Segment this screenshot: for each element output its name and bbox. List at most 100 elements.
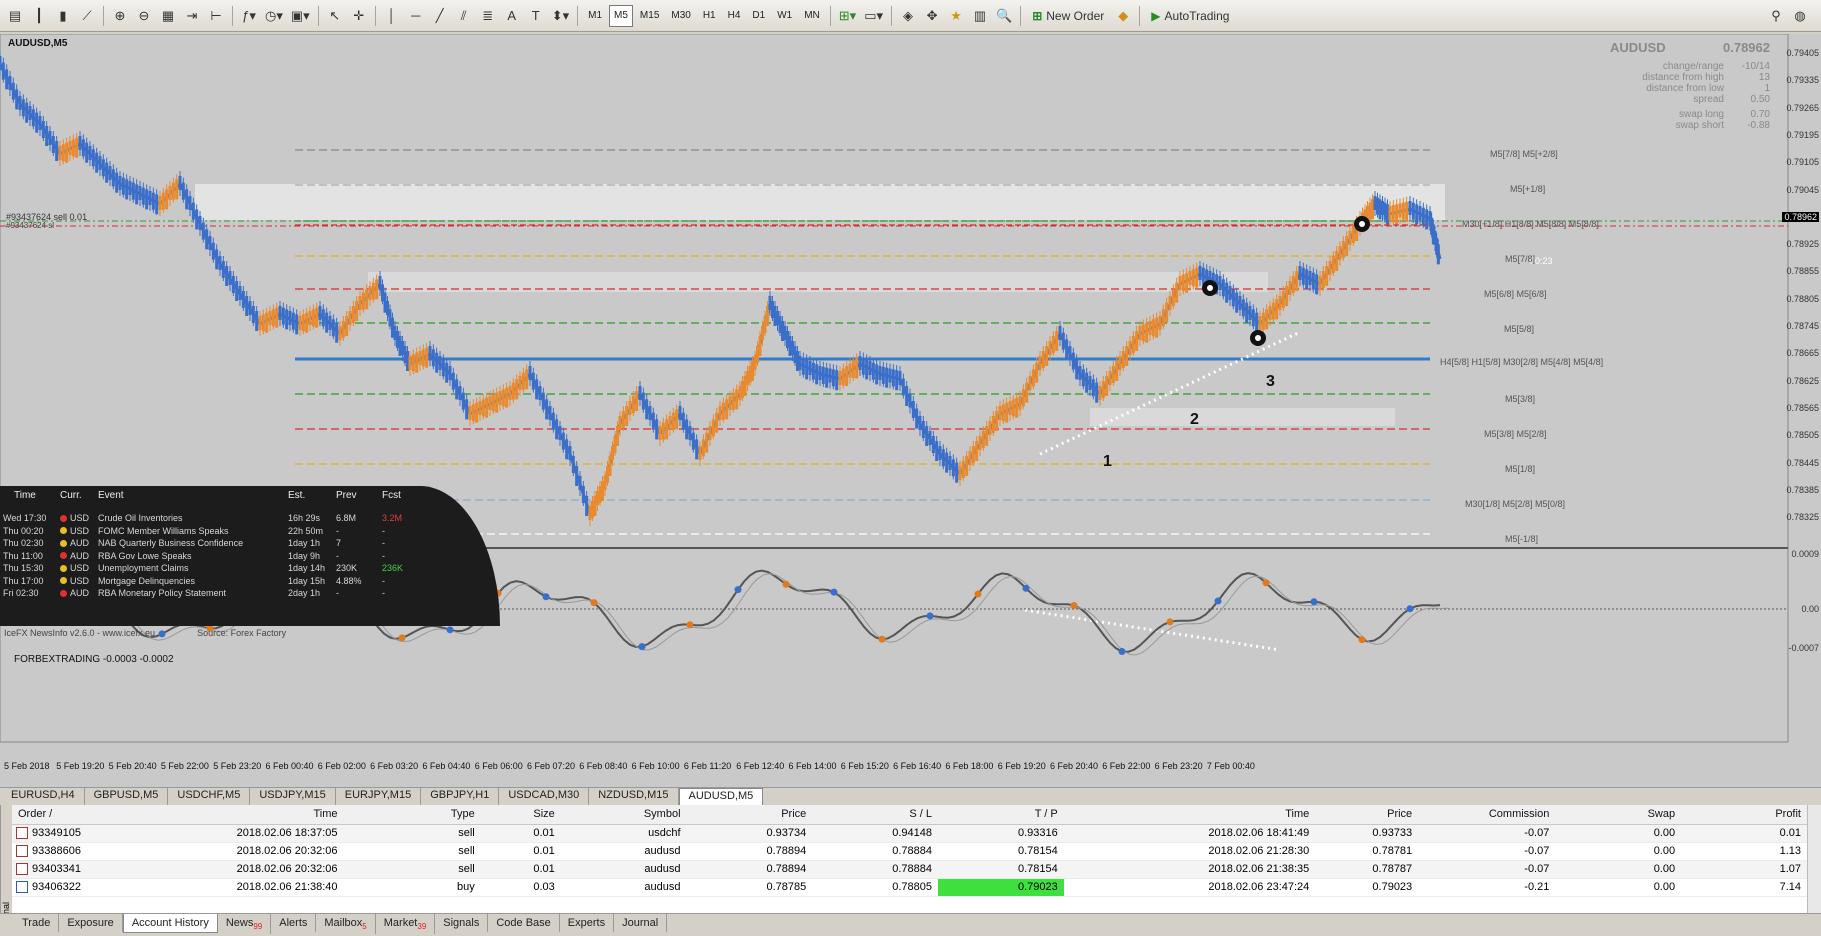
terminal-tab-market[interactable]: Market39 <box>376 914 436 935</box>
cell-commission: -0.07 <box>1418 824 1556 843</box>
info-symbol: AUDUSD <box>1610 40 1666 55</box>
column-header[interactable]: T / P <box>938 805 1064 825</box>
tf-m1[interactable]: M1 <box>583 5 607 27</box>
cell-open-time: 2018.02.06 18:37:05 <box>160 824 344 843</box>
chart-canvas[interactable]: #93437624 sell 0.01#93437624 sl12300:23 <box>0 34 1821 787</box>
vertical-line-icon[interactable]: │ <box>381 5 403 27</box>
tf-m5[interactable]: M5 <box>609 4 633 27</box>
column-header[interactable]: Size <box>480 805 561 825</box>
column-header[interactable]: Type <box>343 805 481 825</box>
column-header[interactable]: Commission <box>1418 805 1556 825</box>
tf-mn[interactable]: MN <box>799 5 825 27</box>
info-label: spread <box>1693 94 1724 105</box>
symbol-tab[interactable]: USDCAD,M30 <box>499 788 590 805</box>
chart-shift-icon[interactable]: ⊢ <box>205 5 227 27</box>
text-tool-icon[interactable]: A <box>501 5 523 27</box>
news-event: FOMC Member Williams Speaks <box>98 525 229 536</box>
symbol-tab[interactable]: EURUSD,H4 <box>2 788 85 805</box>
label-tool-icon[interactable]: T <box>525 5 547 27</box>
trendline-icon[interactable]: ╱ <box>429 5 451 27</box>
tf-d1[interactable]: D1 <box>747 5 770 27</box>
symbol-tab[interactable]: GBPJPY,H1 <box>421 788 500 805</box>
impact-dot-icon <box>60 577 67 585</box>
terminal-tabs: Trade Exposure Account History News99 Alerts… <box>0 913 1821 936</box>
column-header[interactable]: Symbol <box>560 805 687 825</box>
column-header[interactable]: Swap <box>1555 805 1682 825</box>
column-header[interactable]: Price <box>686 805 813 825</box>
osc-tick-label: 0.0009 <box>1791 549 1819 559</box>
order-row[interactable]: 93406322 2018.02.06 21:38:40 buy 0.03 audusd… <box>12 878 1807 897</box>
candle-chart-icon[interactable]: ▮ <box>52 5 74 27</box>
templates-icon[interactable]: ▣▾ <box>288 5 313 27</box>
tf-m30[interactable]: M30 <box>666 5 695 27</box>
symbol-tab[interactable]: USDJPY,M15 <box>250 788 336 805</box>
tf-h1[interactable]: H1 <box>698 5 721 27</box>
tf-m15[interactable]: M15 <box>635 5 664 27</box>
column-header[interactable]: Order / <box>12 805 161 825</box>
zoom-in-icon[interactable]: ⊕ <box>109 5 131 27</box>
fibonacci-icon[interactable]: ≣ <box>477 5 499 27</box>
murrey-level-label: M5[+1/8] <box>1510 184 1546 194</box>
column-header[interactable]: S / L <box>812 805 939 825</box>
move-icon[interactable]: ✥ <box>921 5 943 27</box>
time-tick-label: 6 Feb 10:00 <box>631 761 680 771</box>
tf-h4[interactable]: H4 <box>723 5 746 27</box>
terminal-tab-exposure[interactable]: Exposure <box>59 914 123 932</box>
price-tick-label: 0.78805 <box>1786 293 1819 304</box>
metaeditor-icon[interactable]: ◆ <box>1112 5 1134 27</box>
community-icon[interactable]: ◍ <box>1789 5 1811 27</box>
arrows-tool-icon[interactable]: ⬍▾ <box>549 5 572 27</box>
cursor-icon[interactable]: ↖ <box>324 5 346 27</box>
order-row[interactable]: 93388606 2018.02.06 20:32:06 sell 0.01 audus… <box>12 842 1807 861</box>
tf-w1[interactable]: W1 <box>772 5 797 27</box>
new-order-button[interactable]: ⊞ New Order <box>1026 5 1110 27</box>
periods-icon[interactable]: ◷▾ <box>262 5 286 27</box>
indicators-icon[interactable]: ƒ▾ <box>238 5 260 27</box>
terminal-tab-signals[interactable]: Signals <box>435 914 489 932</box>
chart-window[interactable]: #93437624 sell 0.01 #93437624 sl 1 2 3 00:23 … <box>0 34 1821 787</box>
autotrading-button[interactable]: ▶ AutoTrading <box>1145 5 1235 27</box>
search-icon[interactable]: ⚲ <box>1765 5 1787 27</box>
order-row[interactable]: 93349105 2018.02.06 18:37:05 sell 0.01 usdch… <box>12 824 1807 843</box>
new-chart-icon[interactable]: ▤ <box>4 5 26 27</box>
terminal-tab-trade[interactable]: Trade <box>14 914 60 932</box>
tile-windows-icon[interactable]: ▦ <box>157 5 179 27</box>
line-chart-icon[interactable]: ⟋ <box>76 5 98 27</box>
horizontal-line-icon[interactable]: ─ <box>405 5 427 27</box>
column-header[interactable]: Price <box>1315 805 1419 825</box>
terminal-tab-account-history[interactable]: Account History <box>122 914 218 933</box>
news-currency-code: USD <box>70 513 90 524</box>
data-window-icon[interactable]: ◈ <box>897 5 919 27</box>
navigator-icon[interactable]: ▭▾ <box>861 5 886 27</box>
column-header[interactable]: Profit <box>1681 805 1807 825</box>
news-prev: 6.8M <box>336 513 357 524</box>
terminal-tab-mailbox[interactable]: Mailbox5 <box>316 914 376 935</box>
terminal-scrollbar[interactable] <box>1807 805 1821 913</box>
symbol-tab[interactable]: AUDUSD,M5 <box>678 788 764 805</box>
favorites-icon[interactable]: ★ <box>945 5 967 27</box>
terminal-tab-experts[interactable]: Experts <box>560 914 615 932</box>
symbol-tab[interactable]: USDCHF,M5 <box>168 788 251 805</box>
terminal-tab-code-base[interactable]: Code Base <box>488 914 560 932</box>
price-tick-label: 0.78745 <box>1786 321 1819 331</box>
tab-label: Code Base <box>496 917 551 929</box>
terminal-tab-news[interactable]: News99 <box>218 914 272 935</box>
time-axis: 5 Feb 2018 5 Feb 19:20 5 Feb 20:40 5 Feb 22… <box>0 761 1790 775</box>
strategy-tester-icon[interactable]: 🔍 <box>993 5 1015 27</box>
symbol-tab[interactable]: EURJPY,M15 <box>336 788 422 805</box>
terminal-tab-journal[interactable]: Journal <box>614 914 668 932</box>
column-header[interactable]: Time <box>160 805 344 825</box>
autoscroll-icon[interactable]: ⇥ <box>181 5 203 27</box>
bar-chart-icon[interactable]: ┃ <box>28 5 50 27</box>
channel-icon[interactable]: ⫽ <box>453 5 475 27</box>
terminal-icon[interactable]: ▥ <box>969 5 991 27</box>
zoom-out-icon[interactable]: ⊖ <box>133 5 155 27</box>
buy-order-icon <box>16 881 28 894</box>
market-watch-icon[interactable]: ⊞▾ <box>836 5 859 27</box>
symbol-tab[interactable]: NZDUSD,M15 <box>589 788 679 805</box>
order-row[interactable]: 93403341 2018.02.06 20:32:06 sell 0.01 audus… <box>12 860 1807 879</box>
symbol-tab[interactable]: GBPUSD,M5 <box>85 788 169 805</box>
terminal-tab-alerts[interactable]: Alerts <box>271 914 317 932</box>
column-header[interactable]: Time <box>1063 805 1316 825</box>
crosshair-icon[interactable]: ✛ <box>348 5 370 27</box>
